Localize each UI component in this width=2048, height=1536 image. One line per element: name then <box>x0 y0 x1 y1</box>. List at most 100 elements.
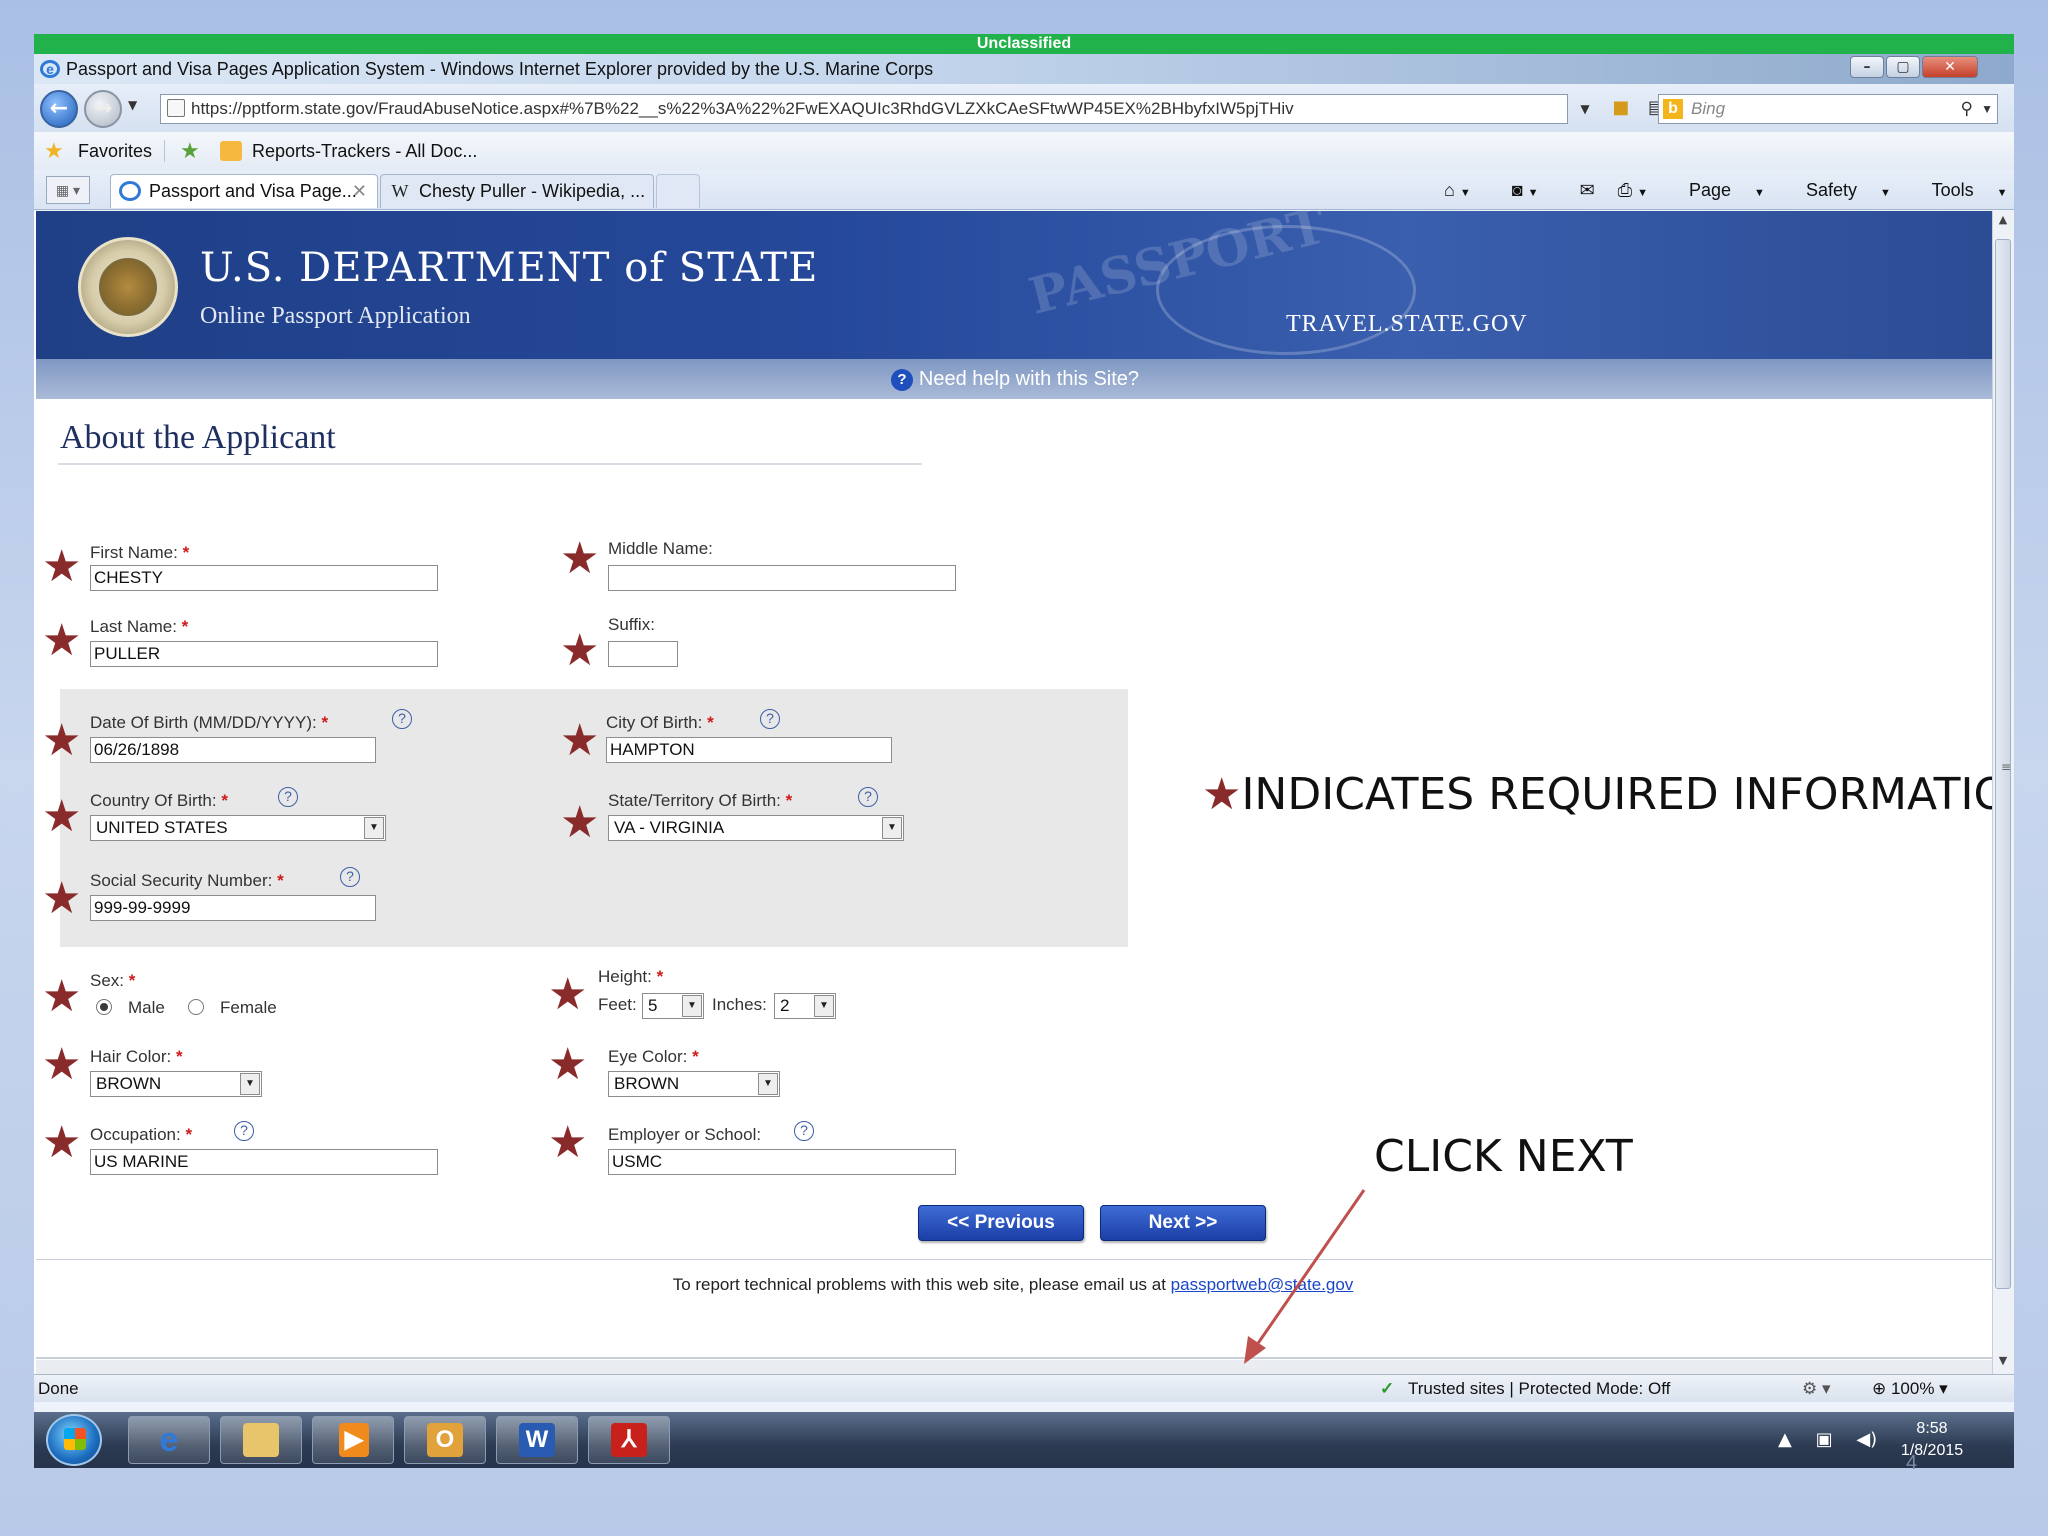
dropdown-arrow-icon[interactable]: ▼ <box>814 995 834 1017</box>
taskbar-word[interactable]: W <box>496 1416 578 1464</box>
eye-color-label: Eye Color: * <box>608 1047 699 1066</box>
state-of-birth-select[interactable]: VA - VIRGINIA ▼ <box>608 815 904 841</box>
dropdown-arrow-icon[interactable]: ▼ <box>364 817 384 839</box>
tab-passport[interactable]: Passport and Visa Page... ✕ <box>110 174 378 208</box>
favorites-button[interactable]: Favorites <box>78 132 152 170</box>
close-button[interactable]: ✕ <box>1922 56 1978 78</box>
dropdown-arrow-icon[interactable]: ▼ <box>682 995 702 1017</box>
feet-label: Feet: <box>598 995 637 1014</box>
footer-band <box>36 1360 1992 1374</box>
start-button[interactable] <box>46 1414 102 1466</box>
ssn-help-icon[interactable]: ? <box>340 867 360 887</box>
ssn-input[interactable]: 999-99-9999 <box>90 895 376 921</box>
ssn-label: Social Security Number: * <box>90 871 284 890</box>
city-of-birth-input[interactable]: HAMPTON <box>606 737 892 763</box>
safety-menu[interactable]: Safety ▼ <box>1806 180 1909 200</box>
sex-female-radio[interactable] <box>188 999 204 1015</box>
scroll-thumb[interactable]: ≡ <box>1995 239 2011 1289</box>
ie-tab-icon <box>119 181 141 201</box>
required-star-icon: ★ <box>560 797 600 848</box>
recent-pages-dropdown-icon[interactable]: ▼ <box>128 98 137 112</box>
dropdown-arrow-icon[interactable]: ▼ <box>240 1073 260 1095</box>
home-icon[interactable]: ⌂ ▼ <box>1444 180 1489 200</box>
protected-mode-icon[interactable]: ⚙ ▾ <box>1802 1375 1831 1403</box>
mail-icon[interactable]: ✉ <box>1580 180 1595 200</box>
network-icon[interactable]: ▣ <box>1816 1429 1833 1450</box>
height-feet-select[interactable]: 5 ▼ <box>642 993 704 1019</box>
help-bar[interactable]: ? Need help with this Site? <box>36 359 1992 399</box>
taskbar-internet-explorer[interactable]: e <box>128 1416 210 1464</box>
first-name-input[interactable]: CHESTY <box>90 565 438 591</box>
hair-color-select[interactable]: BROWN ▼ <box>90 1071 262 1097</box>
taskbar-acrobat[interactable]: ⅄ <box>588 1416 670 1464</box>
tools-menu[interactable]: Tools ▼ <box>1932 180 2026 200</box>
tab-wikipedia[interactable]: W Chesty Puller - Wikipedia, ... <box>380 174 654 208</box>
address-dropdown-icon[interactable]: ▼ <box>1570 95 1600 123</box>
windows-taskbar: e ▶ O W ⅄ ▲ ▣ ◀) 8:58 1/8/2015 <box>34 1412 2014 1468</box>
add-favorite-icon[interactable]: ★ <box>180 132 200 170</box>
suffix-input[interactable] <box>608 641 678 667</box>
travel-state-gov-link[interactable]: TRAVEL.STATE.GOV <box>1286 311 1528 338</box>
site-header: U.S. DEPARTMENT of STATE Online Passport… <box>36 211 1992 359</box>
dob-label: Date Of Birth (MM/DD/YYYY): * <box>90 713 329 732</box>
volume-icon[interactable]: ◀) <box>1856 1429 1877 1450</box>
dropdown-arrow-icon[interactable]: ▼ <box>882 817 902 839</box>
occupation-help-icon[interactable]: ? <box>234 1121 254 1141</box>
lock-icon[interactable]: ■ <box>1606 94 1636 122</box>
search-input[interactable]: b Bing ⚲ ▼ <box>1658 94 1998 124</box>
dob-help-icon[interactable]: ? <box>392 709 412 729</box>
favorite-reports-link[interactable]: Reports-Trackers - All Doc... <box>252 132 477 170</box>
browser-window: e Passport and Visa Pages Application Sy… <box>34 54 2014 1468</box>
state-selected-value: VA - VIRGINIA <box>614 818 725 837</box>
back-button[interactable]: ← <box>40 90 78 128</box>
employer-input[interactable]: USMC <box>608 1149 956 1175</box>
address-bar[interactable]: https://pptform.state.gov/FraudAbuseNoti… <box>160 94 1568 124</box>
show-hidden-icons-icon[interactable]: ▲ <box>1778 1429 1792 1450</box>
click-next-callout: CLICK NEXT <box>1374 1131 1633 1182</box>
zoom-level[interactable]: ⊕ 100% ▾ <box>1872 1375 1948 1403</box>
occupation-input[interactable]: US MARINE <box>90 1149 438 1175</box>
country-of-birth-select[interactable]: UNITED STATES ▼ <box>90 815 386 841</box>
dob-input[interactable]: 06/26/1898 <box>90 737 376 763</box>
sex-label: Sex: * <box>90 971 136 990</box>
search-options-icon[interactable]: ▼ <box>1981 95 1993 123</box>
page-menu[interactable]: Page ▼ <box>1689 180 1783 200</box>
dropdown-arrow-icon[interactable]: ▼ <box>758 1073 778 1095</box>
sex-male-radio[interactable] <box>96 999 112 1015</box>
middle-name-input[interactable] <box>608 565 956 591</box>
windows-logo-icon <box>64 1428 86 1450</box>
occupation-label: Occupation: * <box>90 1125 193 1144</box>
forward-button[interactable]: → <box>84 90 122 128</box>
eye-color-select[interactable]: BROWN ▼ <box>608 1071 780 1097</box>
scroll-up-icon[interactable]: ▲ <box>1994 213 2012 231</box>
maximize-button[interactable]: ▢ <box>1886 56 1920 78</box>
vertical-scrollbar[interactable]: ▲ ≡ ▼ <box>1992 211 2014 1374</box>
state-of-birth-label: State/Territory Of Birth: * <box>608 791 793 810</box>
previous-button[interactable]: << Previous <box>918 1205 1084 1241</box>
city-help-icon[interactable]: ? <box>760 709 780 729</box>
window-title: Passport and Visa Pages Application Syst… <box>66 59 934 79</box>
quick-tabs-icon[interactable]: ▦ ▾ <box>46 176 90 204</box>
last-name-input[interactable]: PULLER <box>90 641 438 667</box>
employer-help-icon[interactable]: ? <box>794 1121 814 1141</box>
favorites-divider <box>164 140 165 162</box>
state-help-icon[interactable]: ? <box>858 787 878 807</box>
favorites-star-icon[interactable]: ★ <box>44 132 64 170</box>
city-of-birth-label: City Of Birth: * <box>606 713 714 732</box>
minimize-button[interactable]: – <box>1850 56 1884 78</box>
close-tab-icon[interactable]: ✕ <box>352 175 367 207</box>
search-icon[interactable]: ⚲ <box>1961 95 1973 123</box>
ie-logo-icon: e <box>40 60 60 78</box>
help-link[interactable]: Need help with this Site? <box>919 368 1139 390</box>
feeds-icon[interactable]: ◙ ▼ <box>1512 180 1557 200</box>
taskbar-media-player[interactable]: ▶ <box>312 1416 394 1464</box>
height-inches-select[interactable]: 2 ▼ <box>774 993 836 1019</box>
country-help-icon[interactable]: ? <box>278 787 298 807</box>
new-tab-button[interactable] <box>656 174 700 208</box>
security-zone[interactable]: Trusted sites | Protected Mode: Off <box>1408 1375 1670 1403</box>
taskbar-file-explorer[interactable] <box>220 1416 302 1464</box>
scroll-down-icon[interactable]: ▼ <box>1994 1354 2012 1372</box>
taskbar-clock[interactable]: 8:58 1/8/2015 <box>1882 1418 1982 1462</box>
taskbar-outlook[interactable]: O <box>404 1416 486 1464</box>
print-icon[interactable]: ⎙ ▼ <box>1618 180 1666 200</box>
